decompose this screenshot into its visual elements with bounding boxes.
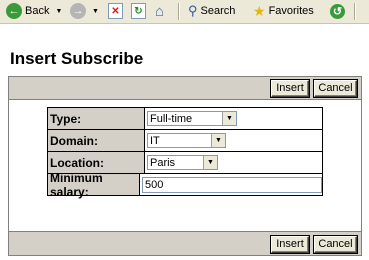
minimum-salary-label: Minimum salary: [48,171,140,199]
domain-select-value: IT [150,134,160,147]
bottom-button-bar: Insert Cancel [9,231,361,255]
chevron-down-icon[interactable]: ▼ [92,8,99,15]
fields-table: Type: Full-time ▼ Domain: IT ▼ Location: [47,107,323,199]
type-select-value: Full-time [150,112,193,125]
minimum-salary-input[interactable]: 500 [142,176,322,193]
domain-row: Domain: IT ▼ [48,129,322,151]
home-button[interactable]: ⌂ [155,2,164,20]
browser-toolbar: ← Back ▼ → ▼ ✕ ↻ ⌂ ⚲ Search ★ Favorites … [0,0,369,24]
cancel-button[interactable]: Cancel [313,79,358,98]
stop-icon: ✕ [108,3,123,19]
history-icon: ↺ [330,3,345,19]
back-arrow-icon: ← [6,3,22,19]
favorites-button[interactable]: ★ Favorites [253,2,314,20]
location-select-value: Paris [150,156,176,169]
insert-button[interactable]: Insert [270,79,310,98]
page-title: Insert Subscribe [10,49,144,68]
location-select[interactable]: Paris ▼ [147,155,218,170]
home-icon: ⌂ [155,2,165,20]
stop-button[interactable]: ✕ [108,2,123,20]
type-select[interactable]: Full-time ▼ [147,111,237,126]
refresh-icon: ↻ [131,3,146,19]
domain-label: Domain: [48,130,145,151]
insert-button[interactable]: Insert [270,235,310,254]
dropdown-arrow-icon[interactable]: ▼ [203,156,217,169]
dropdown-arrow-icon[interactable]: ▼ [222,112,236,125]
refresh-button[interactable]: ↻ [131,2,146,20]
subscribe-form: Insert Cancel Type: Full-time ▼ Domain: … [8,76,362,256]
chevron-down-icon[interactable]: ▼ [55,8,62,15]
domain-select[interactable]: IT ▼ [147,133,226,148]
history-button[interactable]: ↺ [330,2,345,20]
favorites-label: Favorites [268,5,314,17]
star-icon: ★ [253,2,266,19]
minimum-salary-row: Minimum salary: 500 [48,171,322,199]
top-button-bar: Insert Cancel [9,77,361,100]
dropdown-arrow-icon[interactable]: ▼ [211,134,225,147]
cancel-button[interactable]: Cancel [313,235,358,254]
search-icon: ⚲ [188,3,198,18]
back-button[interactable]: ← Back ▼ [6,2,62,20]
forward-button[interactable]: → ▼ [70,2,99,20]
search-button[interactable]: ⚲ Search [188,2,235,20]
toolbar-divider [354,3,356,20]
forward-arrow-icon: → [70,3,86,19]
type-row: Type: Full-time ▼ [48,108,322,129]
type-label: Type: [48,108,145,129]
toolbar-divider [178,3,180,20]
search-label: Search [200,5,236,17]
back-label: Back [25,5,50,17]
